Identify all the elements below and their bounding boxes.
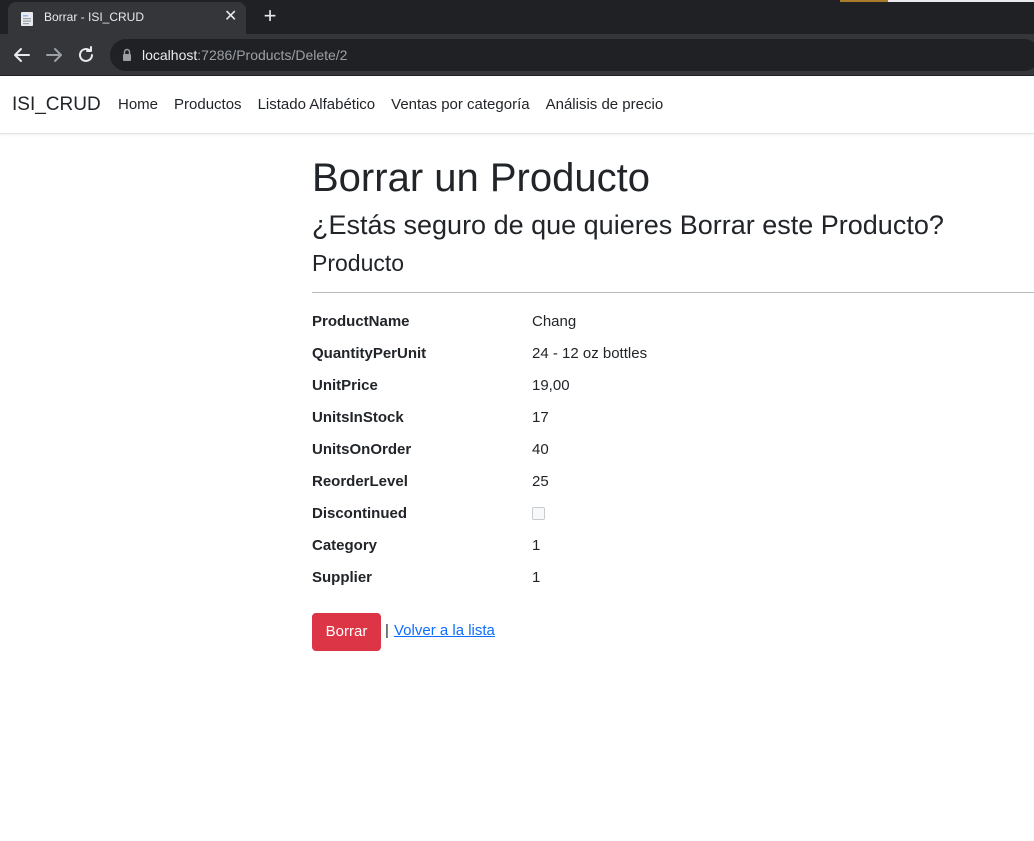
nav-link-listado-alfabetico[interactable]: Listado Alfabético (258, 96, 376, 113)
detail-row: ProductName Chang (312, 310, 1034, 342)
section-heading: Producto (312, 250, 405, 276)
detail-label: Supplier (312, 569, 373, 586)
nav-link-analisis-de-precio[interactable]: Análisis de precio (546, 96, 664, 113)
detail-value: 1 (532, 537, 541, 554)
delete-button[interactable]: Borrar (312, 613, 381, 651)
tab-title: Borrar - ISI_CRUD (44, 10, 145, 24)
detail-value: 19,00 (532, 377, 570, 394)
detail-label: Discontinued (312, 505, 408, 522)
detail-row: UnitPrice 19,00 (312, 374, 1034, 406)
lock-icon (123, 48, 131, 61)
url-text: localhost:7286/Products/Delete/2 (142, 47, 348, 63)
back-arrow-icon[interactable] (10, 43, 34, 67)
address-bar[interactable]: localhost:7286/Products/Delete/2 (110, 39, 1034, 71)
detail-row: Discontinued (312, 502, 1034, 534)
nav-link-home[interactable]: Home (118, 96, 158, 113)
detail-label: QuantityPerUnit (312, 345, 427, 362)
detail-row: ReorderLevel 25 (312, 470, 1034, 502)
page-title: Borrar un Producto (312, 156, 650, 200)
reload-icon[interactable] (74, 43, 98, 67)
new-tab-icon[interactable]: + (259, 5, 281, 27)
close-icon[interactable]: ✕ (224, 8, 237, 26)
detail-row: Category 1 (312, 534, 1034, 566)
detail-label: UnitsInStock (312, 409, 404, 426)
back-to-list-link[interactable]: Volver a la lista (394, 622, 495, 639)
product-details: ProductName Chang QuantityPerUnit 24 - 1… (312, 310, 1034, 598)
tab-accent-strip (888, 0, 1034, 2)
separator: | (385, 622, 389, 639)
detail-row: QuantityPerUnit 24 - 12 oz bottles (312, 342, 1034, 374)
detail-row: UnitsInStock 17 (312, 406, 1034, 438)
detail-value: 24 - 12 oz bottles (532, 345, 648, 362)
nav-links: Home Productos Listado Alfabético Ventas… (118, 96, 663, 113)
tab-accent (840, 0, 888, 2)
brand-link[interactable]: ISI_CRUD (12, 94, 101, 116)
discontinued-checkbox (532, 507, 545, 520)
detail-value: 25 (532, 473, 549, 490)
detail-label: Category (312, 537, 378, 554)
confirm-question: ¿Estás seguro de que quieres Borrar este… (312, 210, 944, 240)
detail-value: 40 (532, 441, 549, 458)
detail-value: 1 (532, 569, 541, 586)
detail-row: UnitsOnOrder 40 (312, 438, 1034, 470)
browser-tab[interactable]: Borrar - ISI_CRUD ✕ (8, 2, 246, 34)
browser-toolbar: localhost:7286/Products/Delete/2 (0, 34, 1034, 76)
detail-row: Supplier 1 (312, 566, 1034, 598)
site-navbar: ISI_CRUD Home Productos Listado Alfabéti… (0, 77, 1034, 134)
browser-tabstrip: Borrar - ISI_CRUD ✕ + (0, 0, 1034, 34)
nav-link-productos[interactable]: Productos (174, 96, 242, 113)
main-content: Borrar un Producto ¿Estás seguro de que … (312, 150, 1034, 598)
divider (312, 292, 1034, 293)
nav-link-ventas-por-categoria[interactable]: Ventas por categoría (391, 96, 529, 113)
detail-label: UnitsOnOrder (312, 441, 412, 458)
detail-label: ReorderLevel (312, 473, 408, 490)
detail-label: UnitPrice (312, 377, 378, 394)
detail-label: ProductName (312, 313, 410, 330)
forward-arrow-icon[interactable] (42, 43, 66, 67)
detail-value: Chang (532, 313, 577, 330)
detail-value: 17 (532, 409, 549, 426)
page-icon (21, 12, 33, 26)
